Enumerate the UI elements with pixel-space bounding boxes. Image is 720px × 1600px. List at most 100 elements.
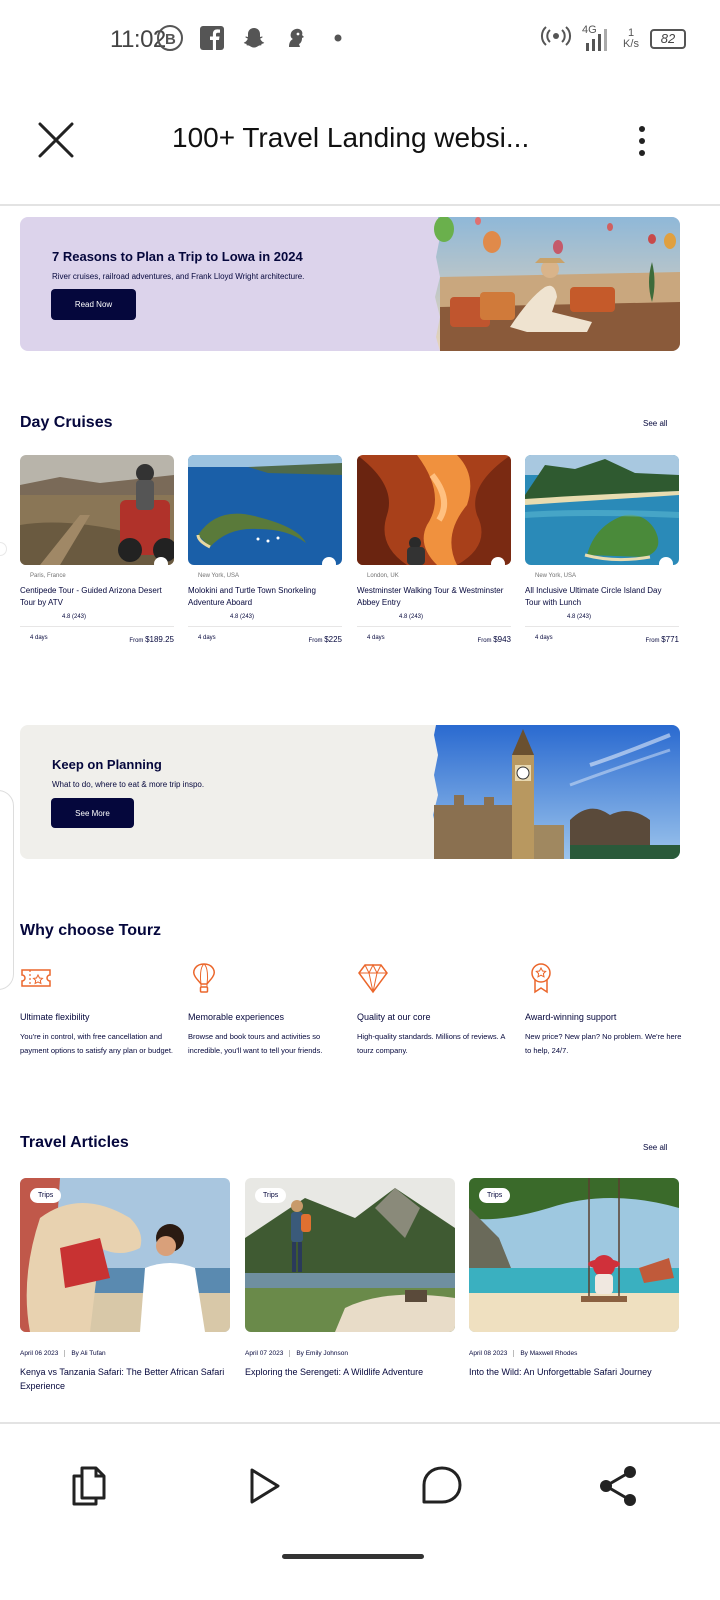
article-title[interactable]: Into the Wild: An Unforgettable Safari J… — [469, 1365, 679, 1379]
feature-title: Ultimate flexibility — [20, 1012, 90, 1022]
speed-value: 1 — [627, 26, 635, 39]
close-icon — [38, 122, 74, 158]
article-tag[interactable]: Trips — [479, 1188, 511, 1203]
banner-title: Keep on Planning — [52, 757, 162, 772]
snapchat-icon — [240, 24, 268, 52]
article-author: By Emily Johnson — [289, 1350, 348, 1357]
divider — [357, 626, 511, 627]
article-date: April 08 2023 — [469, 1350, 508, 1357]
see-more-button[interactable]: See More — [51, 798, 134, 828]
battery-indicator: 82 — [650, 28, 686, 49]
banner-title: 7 Reasons to Plan a Trip to Lowa in 2024 — [52, 249, 303, 264]
big-ben-image — [430, 725, 680, 859]
notification-dot-icon — [324, 24, 352, 52]
article-meta: April 06 2023 By Ali Tufan — [20, 1350, 230, 1357]
copy-icon — [72, 1466, 106, 1506]
carousel-prev-button[interactable] — [0, 542, 7, 556]
article-card[interactable]: Trips April 07 2023 By Emily Johnson Exp… — [245, 1178, 455, 1379]
promo-banner-trip: 7 Reasons to Plan a Trip to Lowa in 2024… — [20, 217, 680, 351]
close-button[interactable] — [36, 120, 76, 160]
card-rating: 4.8 (243) — [230, 614, 255, 620]
feature-item: Memorable experiences Browse and book to… — [188, 962, 348, 1058]
atv-desert-image — [20, 455, 174, 565]
diamond-icon — [357, 962, 389, 994]
hot-air-balloon-icon — [188, 962, 220, 994]
section-title-why-choose: Why choose Tourz — [20, 922, 162, 939]
home-indicator[interactable] — [282, 1554, 424, 1559]
section-title-day-cruises: Day Cruises — [20, 414, 113, 431]
article-title[interactable]: Exploring the Serengeti: A Wildlife Adve… — [245, 1365, 455, 1379]
card-price: From $225 — [308, 635, 342, 644]
feature-text: Browse and book tours and activities so … — [188, 1032, 323, 1055]
article-card[interactable]: Trips April 06 2023 By Ali Tufan Kenya v… — [20, 1178, 230, 1393]
comment-icon — [422, 1466, 462, 1504]
ticket-icon — [20, 962, 52, 994]
share-icon — [600, 1466, 636, 1506]
speed-indicator: 1 K/s — [622, 26, 640, 50]
favorite-toggle[interactable] — [491, 557, 505, 565]
molokini-crater-image — [188, 455, 342, 565]
feature-item: Ultimate flexibility You're in control, … — [20, 962, 180, 1058]
copy-button[interactable] — [66, 1464, 110, 1508]
article-title[interactable]: Kenya vs Tanzania Safari: The Better Afr… — [20, 1365, 230, 1393]
card-title: Molokini and Turtle Town Snorkeling Adve… — [188, 586, 316, 607]
feature-text: High-quality standards. Millions of revi… — [357, 1032, 505, 1055]
island-aerial-image — [525, 455, 679, 565]
mountain-hiker-image: Trips — [245, 1178, 455, 1332]
favorite-toggle[interactable] — [322, 557, 336, 565]
status-bar: 11:02 B 4G 1 K/s 82 — [0, 0, 720, 80]
card-rating: 4.8 (243) — [567, 614, 592, 620]
day-cruises-see-all-link[interactable]: See all — [643, 419, 667, 428]
article-tag[interactable]: Trips — [30, 1188, 62, 1203]
antelope-canyon-image — [357, 455, 511, 565]
banner-subtitle: River cruises, railroad adventures, and … — [52, 272, 305, 281]
feature-title: Award-winning support — [525, 1012, 617, 1022]
card-duration: 4 days — [535, 635, 553, 641]
card-duration: 4 days — [367, 635, 385, 641]
divider — [188, 626, 342, 627]
favorite-toggle[interactable] — [154, 557, 168, 565]
svg-text:B: B — [165, 31, 176, 48]
b-app-icon: B — [156, 24, 184, 52]
balloon-terrace-image — [430, 217, 680, 351]
articles-see-all-link[interactable]: See all — [643, 1143, 667, 1152]
signal-icon: 4G — [582, 24, 612, 53]
article-card[interactable]: Trips April 08 2023 By Maxwell Rhodes In… — [469, 1178, 679, 1379]
article-meta: April 08 2023 By Maxwell Rhodes — [469, 1350, 679, 1357]
card-duration: 4 days — [30, 635, 48, 641]
feature-text: You're in control, with free cancellatio… — [20, 1032, 174, 1055]
cruise-card[interactable]: New York, USA All Inclusive Ultimate Cir… — [525, 455, 679, 644]
hotspot-icon — [540, 24, 572, 53]
cruise-card[interactable]: London, UK Westminster Walking Tour & We… — [357, 455, 511, 644]
read-now-button[interactable]: Read Now — [51, 289, 136, 320]
camel-kiss-image: Trips — [20, 1178, 230, 1332]
comment-button[interactable] — [420, 1464, 464, 1508]
article-tag[interactable]: Trips — [255, 1188, 287, 1203]
card-location: London, UK — [367, 573, 399, 579]
card-price: From $943 — [477, 635, 511, 644]
more-options-button[interactable] — [630, 124, 654, 158]
card-price: From $771 — [645, 635, 679, 644]
feature-title: Quality at our core — [357, 1012, 431, 1022]
feature-text: New price? New plan? No problem. We're h… — [525, 1032, 682, 1055]
battery-level: 82 — [660, 31, 676, 46]
feature-item: Award-winning support New price? New pla… — [525, 962, 685, 1058]
more-vertical-icon — [639, 126, 645, 156]
promo-banner-planning: Keep on Planning What to do, where to ea… — [20, 725, 680, 859]
article-author: By Maxwell Rhodes — [513, 1350, 577, 1357]
divider — [20, 626, 174, 627]
favorite-toggle[interactable] — [659, 557, 673, 565]
card-title: Westminster Walking Tour & Westminster A… — [357, 586, 504, 607]
feature-item: Quality at our core High-quality standar… — [357, 962, 517, 1058]
card-title: Centipede Tour - Guided Arizona Desert T… — [20, 586, 162, 607]
award-icon — [525, 962, 557, 994]
cruise-card[interactable]: New York, USA Molokini and Turtle Town S… — [188, 455, 342, 644]
cruise-card[interactable]: Paris, France Centipede Tour - Guided Ar… — [20, 455, 174, 644]
share-button[interactable] — [596, 1464, 640, 1508]
play-button[interactable] — [242, 1464, 286, 1508]
card-rating: 4.8 (243) — [62, 614, 87, 620]
card-location: New York, USA — [535, 573, 577, 579]
card-title: All Inclusive Ultimate Circle Island Day… — [525, 586, 662, 607]
play-icon — [250, 1468, 280, 1504]
side-drawer-handle[interactable] — [0, 790, 14, 990]
